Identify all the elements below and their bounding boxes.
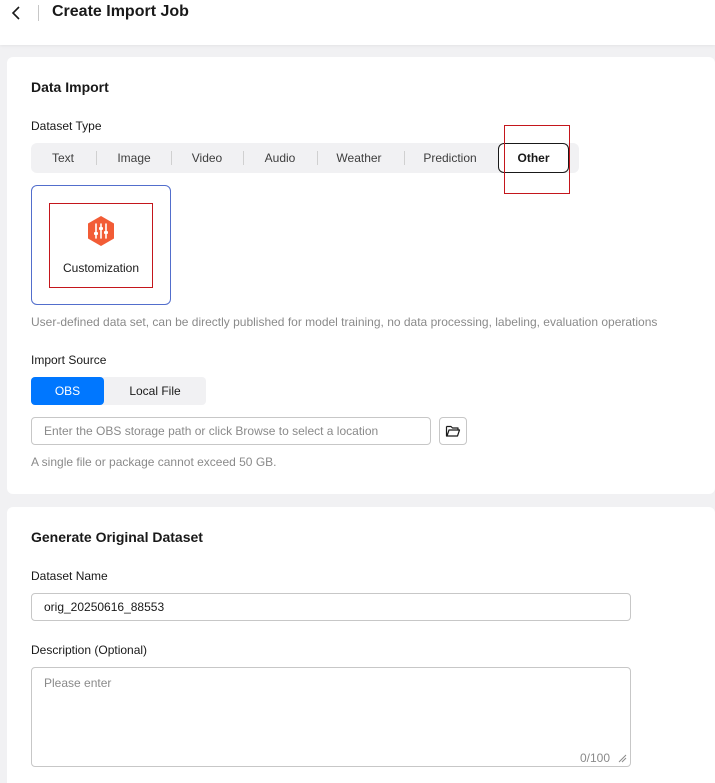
tab-weather[interactable]: Weather	[318, 143, 400, 173]
tab-image[interactable]: Image	[97, 143, 171, 173]
data-import-card: Data Import Dataset Type Text Image Vide…	[7, 57, 715, 494]
tab-label: Text	[51, 151, 74, 165]
tab-prediction[interactable]: Prediction	[405, 143, 495, 173]
header-divider	[38, 5, 39, 21]
tab-video[interactable]: Video	[172, 143, 242, 173]
generate-dataset-card: Generate Original Dataset Dataset Name D…	[7, 507, 715, 783]
source-local-file-button[interactable]: Local File	[104, 377, 206, 405]
dataset-name-label: Dataset Name	[31, 569, 108, 583]
tab-text[interactable]: Text	[31, 143, 95, 173]
tab-label: Video	[191, 151, 223, 165]
page-header: Create Import Job	[0, 0, 715, 45]
tab-audio[interactable]: Audio	[244, 143, 316, 173]
tab-label: Weather	[336, 151, 382, 165]
tab-other[interactable]: Other	[498, 143, 569, 173]
dataset-type-tabs: Text Image Video Audio Weather Predictio…	[31, 143, 579, 173]
customization-label: Customization	[62, 261, 140, 275]
back-button[interactable]	[8, 4, 24, 22]
import-source-toggle: OBS Local File	[31, 377, 206, 405]
chevron-left-icon	[11, 6, 20, 20]
description-textarea[interactable]	[31, 667, 631, 767]
browse-button[interactable]	[439, 417, 467, 445]
generate-dataset-title: Generate Original Dataset	[31, 529, 203, 545]
resize-handle-icon[interactable]	[617, 753, 627, 763]
tab-label: Audio	[264, 151, 296, 165]
size-hint: A single file or package cannot exceed 5…	[31, 455, 277, 469]
folder-open-icon	[445, 425, 461, 437]
dataset-name-input[interactable]	[31, 593, 631, 621]
sliders-hexagon-icon	[88, 216, 114, 246]
tab-label: Prediction	[423, 151, 477, 165]
dataset-type-label: Dataset Type	[31, 119, 102, 133]
source-obs-button[interactable]: OBS	[31, 377, 104, 405]
import-source-label: Import Source	[31, 353, 107, 367]
description-label: Description (Optional)	[31, 643, 148, 657]
char-counter: 0/100	[580, 751, 611, 765]
type-description: User-defined data set, can be directly p…	[31, 315, 658, 329]
page-title: Create Import Job	[52, 3, 189, 20]
tab-label: Image	[117, 151, 151, 165]
customization-type-card[interactable]: Customization	[31, 185, 171, 305]
obs-path-input[interactable]	[31, 417, 431, 445]
data-import-title: Data Import	[31, 79, 109, 95]
tab-label: Other	[517, 151, 550, 165]
